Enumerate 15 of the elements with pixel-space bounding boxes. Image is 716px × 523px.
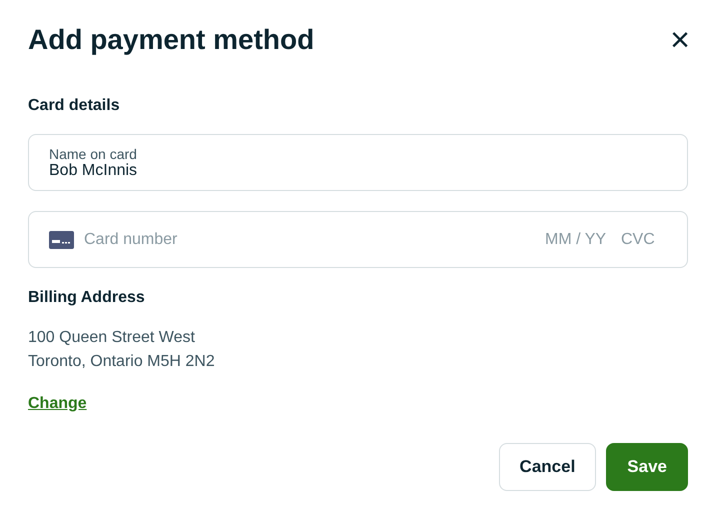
change-link[interactable]: Change bbox=[28, 395, 87, 413]
save-button[interactable]: Save bbox=[606, 443, 688, 491]
name-field[interactable]: Name on card Bob McInnis bbox=[28, 134, 688, 191]
close-button[interactable]: × bbox=[666, 25, 694, 55]
address-line: Toronto, Ontario M5H 2N2 bbox=[28, 352, 216, 372]
section-heading: Card details bbox=[28, 97, 121, 115]
section-heading: Billing Address bbox=[28, 289, 146, 307]
expiry-field[interactable]: MM / YY bbox=[545, 230, 611, 248]
card-number-field[interactable]: Card number bbox=[84, 230, 535, 248]
dialog-title: Add payment method bbox=[28, 24, 314, 56]
name-input[interactable]: Bob McInnis bbox=[49, 162, 667, 180]
address-line: 100 Queen Street West bbox=[28, 328, 196, 348]
cancel-button[interactable]: Cancel bbox=[498, 443, 596, 491]
credit-card-icon bbox=[49, 230, 74, 248]
cvc-field[interactable]: CVC bbox=[621, 230, 659, 248]
